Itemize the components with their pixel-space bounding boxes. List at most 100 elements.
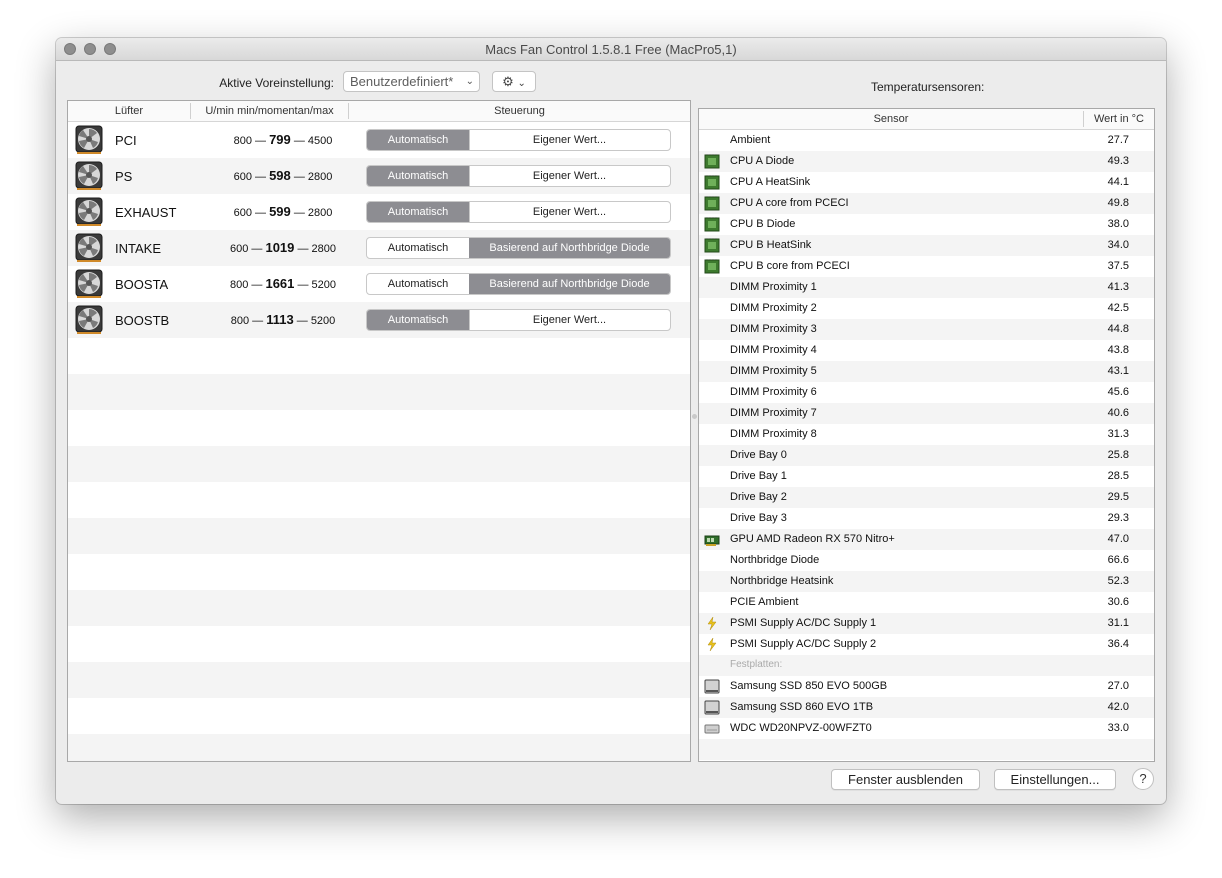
sensor-name: PCIE Ambient: [730, 596, 799, 608]
title-bar[interactable]: Macs Fan Control 1.5.8.1 Free (MacPro5,1…: [56, 38, 1166, 61]
help-button[interactable]: ?: [1132, 768, 1154, 790]
rpm-column-header[interactable]: U/min min/momentan/max: [191, 105, 348, 117]
sensor-name: PSMI Supply AC/DC Supply 1: [730, 617, 877, 629]
sensor-value: 28.5: [1107, 470, 1129, 482]
sensor-name: Ambient: [730, 134, 771, 146]
hard-drive-icon: [704, 721, 720, 736]
sensor-row: WDC WD20NPVZ-00WFZT0 33.0: [699, 718, 1154, 739]
ssd-icon: [704, 700, 720, 715]
fan-column-header[interactable]: Lüfter: [68, 105, 190, 117]
sensor-value: 49.8: [1107, 197, 1129, 209]
custom-mode-button[interactable]: Eigener Wert...: [469, 310, 670, 330]
sensor-name: Drive Bay 1: [730, 470, 787, 482]
sensor-value: 31.3: [1107, 428, 1129, 440]
sensor-value: 37.5: [1107, 260, 1129, 272]
sensor-row: CPU B Diode 38.0: [699, 214, 1154, 235]
sensor-row: Drive Bay 3 29.3: [699, 508, 1154, 529]
fan-row: EXHAUST 600 — 599 — 2800 Automatisch Eigene…: [68, 194, 690, 230]
cpu-chip-icon: [704, 259, 720, 274]
sensor-row: DIMM Proximity 1 41.3: [699, 277, 1154, 298]
sensor-row: CPU A core from PCECI 49.8: [699, 193, 1154, 214]
sensor-value: 29.5: [1107, 491, 1129, 503]
sensor-name: CPU B HeatSink: [730, 239, 812, 251]
sensor-value: 33.0: [1107, 722, 1129, 734]
lightning-icon: [704, 616, 720, 631]
auto-mode-button[interactable]: Automatisch: [367, 310, 470, 330]
sensor-value: 52.3: [1107, 575, 1129, 587]
sensor-row: PCIE Ambient 30.6: [699, 592, 1154, 613]
gear-icon: ⚙: [502, 74, 514, 89]
custom-mode-button[interactable]: Basierend auf Northbridge Diode: [469, 274, 670, 294]
sensor-name: CPU A HeatSink: [730, 176, 811, 188]
sensor-row: DIMM Proximity 7 40.6: [699, 403, 1154, 424]
fan-icon: [75, 233, 103, 263]
sensor-name: CPU A core from PCECI: [730, 197, 849, 209]
sensor-row: Drive Bay 1 28.5: [699, 466, 1154, 487]
cpu-chip-icon: [704, 196, 720, 211]
sensor-name: Northbridge Diode: [730, 554, 820, 566]
sensor-row: CPU A HeatSink 44.1: [699, 172, 1154, 193]
auto-mode-button[interactable]: Automatisch: [367, 202, 470, 222]
empty-row: [68, 626, 690, 662]
sensor-name: CPU A Diode: [730, 155, 795, 167]
cpu-chip-icon: [704, 175, 720, 190]
rpm-min: 600: [229, 243, 249, 255]
sensor-name: Drive Bay 2: [730, 491, 787, 503]
sensor-value: 43.8: [1107, 344, 1129, 356]
sensor-row: PSMI Supply AC/DC Supply 1 31.1: [699, 613, 1154, 634]
gear-menu-button[interactable]: ⚙ ⌄: [492, 71, 536, 92]
sensor-row: DIMM Proximity 6 45.6: [699, 382, 1154, 403]
custom-mode-button[interactable]: Eigener Wert...: [469, 130, 670, 150]
sensor-value: 42.0: [1107, 701, 1129, 713]
fan-icon: [75, 305, 103, 335]
sensor-value: 66.6: [1107, 554, 1129, 566]
fan-row: BOOSTA 800 — 1661 — 5200 Automatisch Basier…: [68, 266, 690, 302]
fan-icon: [75, 197, 103, 227]
ssd-icon: [704, 679, 720, 694]
sensor-value: 49.3: [1107, 155, 1129, 167]
sensor-value: 29.3: [1107, 512, 1129, 524]
sensor-name: CPU B Diode: [730, 218, 796, 230]
custom-mode-button[interactable]: Eigener Wert...: [469, 202, 670, 222]
sensor-name: WDC WD20NPVZ-00WFZT0: [730, 722, 872, 734]
auto-mode-button[interactable]: Automatisch: [367, 274, 470, 294]
custom-mode-button[interactable]: Basierend auf Northbridge Diode: [469, 238, 670, 258]
sensor-value: 44.8: [1107, 323, 1129, 335]
temperature-sensors-title: Temperatursensoren:: [871, 80, 985, 94]
sensor-column-header[interactable]: Sensor: [699, 113, 1083, 125]
preset-dropdown[interactable]: Benutzerdefiniert* ⌄: [343, 71, 480, 92]
sensor-row: Drive Bay 0 25.8: [699, 445, 1154, 466]
empty-row: [68, 554, 690, 590]
custom-mode-button[interactable]: Eigener Wert...: [469, 166, 670, 186]
control-column-header[interactable]: Steuerung: [349, 105, 690, 117]
empty-row: [68, 518, 690, 554]
sensor-value: 27.0: [1107, 680, 1129, 692]
sensor-value: 41.3: [1107, 281, 1129, 293]
sensor-row: DIMM Proximity 4 43.8: [699, 340, 1154, 361]
auto-mode-button[interactable]: Automatisch: [367, 166, 470, 186]
fan-name: INTAKE: [115, 241, 161, 256]
sensor-row: Northbridge Heatsink 52.3: [699, 571, 1154, 592]
split-view-divider[interactable]: [692, 414, 697, 419]
auto-mode-button[interactable]: Automatisch: [367, 238, 470, 258]
settings-button[interactable]: Einstellungen...: [994, 769, 1116, 790]
auto-mode-button[interactable]: Automatisch: [367, 130, 470, 150]
fan-table: Lüfter U/min min/momentan/max Steuerung …: [67, 100, 691, 762]
fan-control-segmented: Automatisch Basierend auf Northbridge Dio…: [366, 273, 671, 295]
empty-row: [68, 734, 690, 761]
sensor-name: DIMM Proximity 2: [730, 302, 817, 314]
fan-control-segmented: Automatisch Eigener Wert...: [366, 165, 671, 187]
fan-rpm: 600 — 1019 — 2800: [229, 240, 336, 255]
fan-name: PS: [115, 169, 133, 184]
hide-window-button[interactable]: Fenster ausblenden: [831, 769, 980, 790]
value-column-header[interactable]: Wert in °C: [1084, 113, 1154, 125]
empty-row: [68, 590, 690, 626]
sensor-row: Drive Bay 2 29.5: [699, 487, 1154, 508]
cpu-chip-icon: [704, 238, 720, 253]
cpu-chip-icon: [704, 154, 720, 169]
cpu-chip-icon: [704, 217, 720, 232]
section-header-row: Festplatten:: [699, 655, 1154, 676]
rpm-current: 599: [269, 204, 291, 219]
sensor-name: DIMM Proximity 8: [730, 428, 817, 440]
chevron-down-icon: ⌄: [517, 78, 526, 89]
